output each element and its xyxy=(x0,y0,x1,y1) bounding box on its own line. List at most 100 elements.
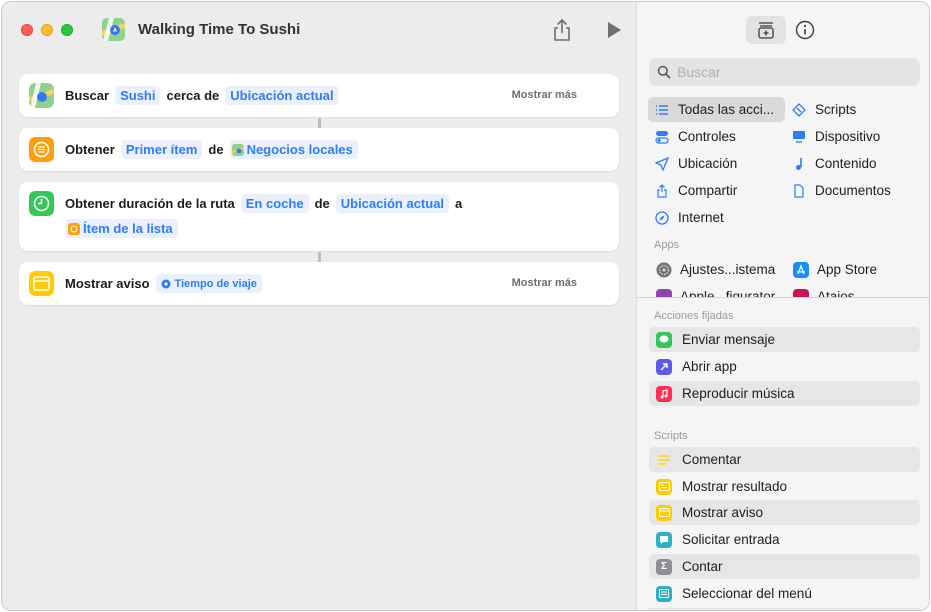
list-overflow-hint xyxy=(649,608,920,610)
action-card-show-alert[interactable]: Mostrar aviso Tiempo de viaje Mostrar má… xyxy=(19,262,619,305)
flow-connector xyxy=(318,118,321,128)
category-device[interactable]: Dispositivo xyxy=(785,124,880,149)
location-token[interactable]: Ubicación actual xyxy=(335,194,450,213)
action-card-travel-time[interactable]: Obtener duración de la ruta En coche de … xyxy=(19,182,619,251)
share-icon[interactable] xyxy=(551,18,573,42)
pinned-open-app[interactable]: Abrir app xyxy=(649,354,920,379)
app-label: App Store xyxy=(817,262,878,277)
action-library-pane: Todas las acci... Scripts Controles Disp… xyxy=(636,2,929,610)
location-token[interactable]: Ubicación actual xyxy=(225,86,339,105)
category-label: Scripts xyxy=(815,102,857,117)
sigma-icon: Σ xyxy=(656,558,672,575)
ask-input-icon xyxy=(656,531,672,548)
library-toggle-button[interactable] xyxy=(746,16,786,44)
zoom-window-button[interactable] xyxy=(61,24,73,36)
category-location[interactable]: Ubicación xyxy=(648,151,737,176)
compass-icon xyxy=(654,210,670,226)
document-icon xyxy=(791,183,807,199)
app-configurator[interactable]: Apple...figurator xyxy=(650,284,775,297)
shortcuts-window: Walking Time To Sushi Buscar Sushi cerca… xyxy=(1,1,930,611)
action-label: Abrir app xyxy=(682,359,737,374)
apps-overflow-row: Apple...figurator Atajos xyxy=(637,284,929,297)
apps-section-heading: Apps xyxy=(654,239,680,251)
shortcuts-icon xyxy=(793,288,809,297)
category-label: Documentos xyxy=(815,183,891,198)
search-term-token[interactable]: Sushi xyxy=(115,86,161,105)
action-verb: Buscar xyxy=(65,88,110,103)
window-title: Walking Time To Sushi xyxy=(138,21,301,38)
action-row: Obtener Primer ítem de Negocios locales xyxy=(65,140,364,159)
category-scripts[interactable]: Scripts xyxy=(785,97,856,122)
pinned-play-music[interactable]: Reproducir música xyxy=(649,381,920,406)
title-bar: Walking Time To Sushi xyxy=(2,2,636,58)
category-all-actions[interactable]: Todas las acci... xyxy=(648,97,785,122)
app-system-settings[interactable]: Ajustes...istema xyxy=(650,257,775,282)
pinned-section-heading: Acciones fijadas xyxy=(654,310,734,322)
local-businesses-token[interactable]: Negocios locales xyxy=(229,140,358,159)
token-label: Negocios locales xyxy=(246,142,353,157)
action-card-search-local[interactable]: Buscar Sushi cerca de Ubicación actual M… xyxy=(19,74,619,117)
category-internet[interactable]: Internet xyxy=(648,205,724,230)
category-label: Dispositivo xyxy=(815,129,881,144)
list-item-icon xyxy=(29,137,54,162)
action-row: Mostrar aviso Tiempo de viaje xyxy=(65,274,268,293)
add-action-icon xyxy=(758,22,774,39)
configurator-icon xyxy=(656,288,672,297)
category-label: Internet xyxy=(678,210,724,225)
menu-icon xyxy=(656,585,672,602)
category-label: Contenido xyxy=(815,156,877,171)
travel-time-token[interactable]: Tiempo de viaje xyxy=(155,274,262,293)
script-show-result[interactable]: Mostrar resultado xyxy=(649,474,920,499)
flow-connector xyxy=(318,252,321,262)
action-verb: Mostrar aviso xyxy=(65,276,150,291)
display-icon xyxy=(791,129,807,145)
app-store-icon xyxy=(793,261,809,278)
script-count[interactable]: Σ Contar xyxy=(649,554,920,579)
music-note-icon xyxy=(791,156,807,172)
action-verb: Obtener duración de la ruta xyxy=(65,196,235,211)
info-icon[interactable] xyxy=(794,19,816,41)
pinned-send-message[interactable]: Enviar mensaje xyxy=(649,327,920,352)
search-field[interactable] xyxy=(649,58,920,86)
action-row: Buscar Sushi cerca de Ubicación actual xyxy=(65,86,345,105)
action-label: Reproducir música xyxy=(682,386,795,401)
category-documents[interactable]: Documentos xyxy=(785,178,891,203)
maps-app-icon xyxy=(102,18,125,41)
close-window-button[interactable] xyxy=(21,24,33,36)
action-card-get-item[interactable]: Obtener Primer ítem de Negocios locales xyxy=(19,128,619,171)
action-label: Contar xyxy=(682,559,723,574)
script-ask-input[interactable]: Solicitar entrada xyxy=(649,527,920,552)
app-shortcuts[interactable]: Atajos xyxy=(787,284,855,297)
alert-icon xyxy=(656,504,672,521)
show-result-icon xyxy=(656,478,672,495)
action-connector-text: de xyxy=(314,196,330,211)
action-connector-text: cerca de xyxy=(166,88,220,103)
category-label: Compartir xyxy=(678,183,738,198)
maps-icon xyxy=(29,83,54,108)
minimize-window-button[interactable] xyxy=(41,24,53,36)
message-icon xyxy=(656,331,672,348)
item-token[interactable]: Primer ítem xyxy=(120,140,203,159)
comment-icon xyxy=(656,452,672,468)
action-row: Obtener duración de la ruta En coche de … xyxy=(65,194,468,213)
show-more-button[interactable]: Mostrar más xyxy=(512,89,577,101)
share-icon xyxy=(654,183,670,199)
transport-mode-token[interactable]: En coche xyxy=(240,194,309,213)
category-content[interactable]: Contenido xyxy=(785,151,877,176)
section-divider xyxy=(637,297,929,298)
script-comment[interactable]: Comentar xyxy=(649,447,920,472)
category-label: Todas las acci... xyxy=(678,102,775,117)
script-choose-from-menu[interactable]: Seleccionar del menú xyxy=(649,581,920,606)
app-app-store[interactable]: App Store xyxy=(787,257,877,282)
search-input[interactable] xyxy=(677,62,907,82)
category-controls[interactable]: Controles xyxy=(648,124,736,149)
list-icon xyxy=(654,102,670,118)
alert-window-icon xyxy=(29,271,54,296)
play-icon[interactable] xyxy=(605,20,623,40)
action-label: Seleccionar del menú xyxy=(682,586,812,601)
script-show-alert[interactable]: Mostrar aviso xyxy=(649,500,920,525)
app-label: Atajos xyxy=(817,289,855,297)
show-more-button[interactable]: Mostrar más xyxy=(512,277,577,289)
list-item-token[interactable]: Ítem de la lista xyxy=(65,219,178,238)
category-sharing[interactable]: Compartir xyxy=(648,178,737,203)
